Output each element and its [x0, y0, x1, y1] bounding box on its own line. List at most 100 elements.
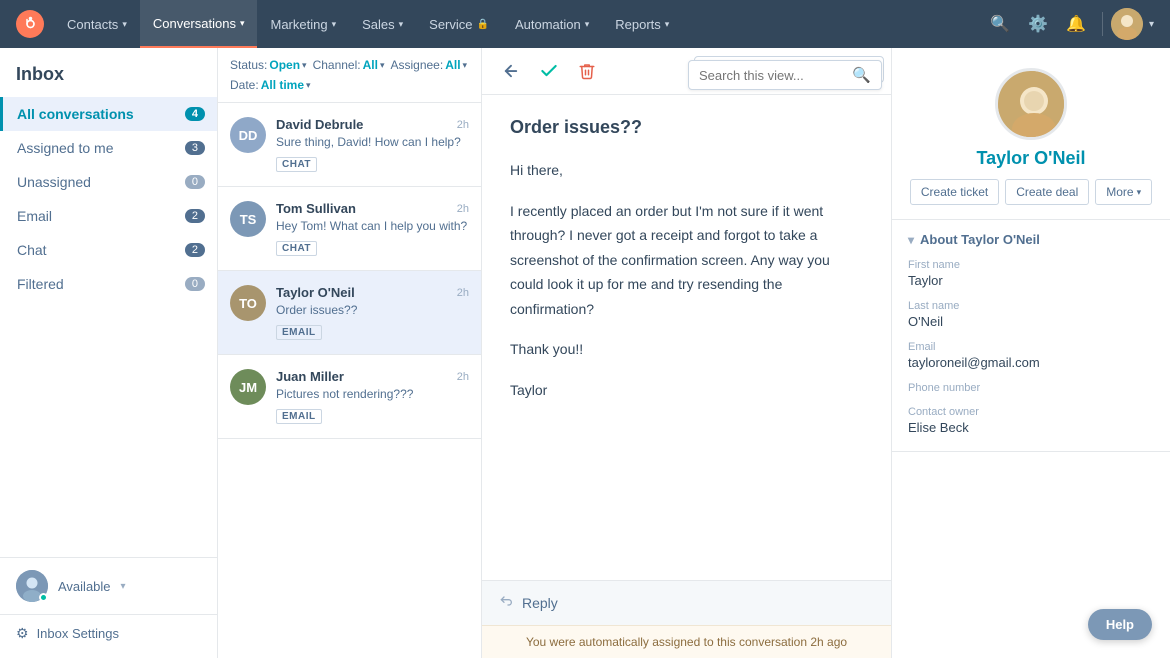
nav-item-marketing[interactable]: Marketing ▾ [257, 0, 349, 48]
count-badge: 3 [185, 141, 205, 155]
email-subject: Order issues?? [510, 117, 863, 138]
contact-name: Tom Sullivan [276, 201, 356, 216]
sidebar-item-filtered[interactable]: Filtered 0 [0, 267, 217, 301]
preview-text: Order issues?? [276, 303, 469, 317]
channel-badge: CHAT [276, 241, 317, 256]
conv-content: Juan Miller 2h Pictures not rendering???… [276, 369, 469, 424]
delete-btn[interactable] [572, 56, 602, 86]
sidebar-item-label: Email [17, 208, 185, 224]
assignee-value: All [445, 58, 460, 72]
channel-filter[interactable]: Channel: All ▾ [313, 58, 385, 72]
sidebar-item-label: All conversations [17, 106, 185, 122]
reply-back-icon [498, 593, 514, 613]
count-badge: 4 [185, 107, 205, 121]
channel-badge: EMAIL [276, 409, 322, 424]
list-item[interactable]: JM Juan Miller 2h Pictures not rendering… [218, 355, 481, 439]
contact-panel: Taylor O'Neil Create ticket Create deal … [892, 48, 1170, 658]
assignee-filter[interactable]: Assignee: All ▾ [390, 58, 467, 72]
chevron-icon: ▾ [240, 18, 245, 29]
app-body: Inbox All conversations 4 Assigned to me… [0, 48, 1170, 658]
contact-field: Email tayloroneil@gmail.com [908, 341, 1154, 370]
search-input[interactable] [699, 68, 852, 83]
back-btn[interactable] [496, 56, 526, 86]
contact-field: Contact owner Elise Beck [908, 406, 1154, 435]
field-label: Last name [908, 300, 1154, 312]
lock-icon: 🔒 [477, 19, 489, 30]
sidebar-item-unassigned[interactable]: Unassigned 0 [0, 165, 217, 199]
reply-btn[interactable]: Reply [522, 595, 558, 611]
timestamp: 2h [457, 119, 469, 131]
contact-name: Juan Miller [276, 369, 344, 384]
reply-label: Reply [522, 595, 558, 611]
user-menu-chevron[interactable]: ▾ [1145, 19, 1158, 30]
sidebar: Inbox All conversations 4 Assigned to me… [0, 48, 218, 658]
list-item[interactable]: TO Taylor O'Neil 2h Order issues?? EMAIL [218, 271, 481, 355]
sidebar-item-all-conversations[interactable]: All conversations 4 [0, 97, 217, 131]
user-avatar-btn[interactable] [1111, 8, 1143, 40]
count-badge: 2 [185, 209, 205, 223]
field-label: First name [908, 259, 1154, 271]
conv-content: David Debrule 2h Sure thing, David! How … [276, 117, 469, 172]
top-nav: Contacts ▾ Conversations ▾ Marketing ▾ S… [0, 0, 1170, 48]
create-deal-btn[interactable]: Create deal [1005, 179, 1089, 205]
help-button[interactable]: Help [1088, 609, 1152, 640]
conv-content: Taylor O'Neil 2h Order issues?? EMAIL [276, 285, 469, 340]
nav-item-automation[interactable]: Automation ▾ [502, 0, 602, 48]
sidebar-item-email[interactable]: Email 2 [0, 199, 217, 233]
avatar: DD [230, 117, 266, 153]
create-ticket-btn[interactable]: Create ticket [910, 179, 999, 205]
notifications-icon-btn[interactable]: 🔔 [1058, 6, 1094, 42]
chevron-icon: ▾ [585, 19, 590, 30]
about-section: ▾ About Taylor O'Neil First name Taylor … [892, 220, 1170, 452]
nav-right-icons: 🔍 ⚙️ 🔔 ▾ [982, 6, 1158, 42]
gear-icon: ⚙ [16, 625, 29, 642]
section-header[interactable]: ▾ About Taylor O'Neil [908, 232, 1154, 247]
collapse-icon: ▾ [908, 233, 914, 247]
list-item[interactable]: TS Tom Sullivan 2h Hey Tom! What can I h… [218, 187, 481, 271]
nav-item-reports[interactable]: Reports ▾ [602, 0, 682, 48]
sidebar-item-assigned-to-me[interactable]: Assigned to me 3 [0, 131, 217, 165]
field-label: Email [908, 341, 1154, 353]
field-value: Elise Beck [908, 420, 1154, 435]
avatar: JM [230, 369, 266, 405]
date-value: All time [261, 78, 304, 92]
sidebar-item-chat[interactable]: Chat 2 [0, 233, 217, 267]
nav-item-contacts[interactable]: Contacts ▾ [54, 0, 140, 48]
nav-item-conversations[interactable]: Conversations ▾ [140, 0, 258, 48]
channel-badge: CHAT [276, 157, 317, 172]
chevron-icon: ▾ [332, 19, 337, 30]
status-filter[interactable]: Status: Open ▾ [230, 58, 307, 72]
count-badge: 0 [185, 175, 205, 189]
nav-item-sales[interactable]: Sales ▾ [349, 0, 416, 48]
resolve-btn[interactable] [534, 56, 564, 86]
search-icon-btn[interactable]: 🔍 [982, 6, 1018, 42]
avatar: TS [230, 201, 266, 237]
search-icon: 🔍 [852, 66, 871, 84]
nav-items: Contacts ▾ Conversations ▾ Marketing ▾ S… [54, 0, 982, 48]
nav-item-service[interactable]: Service 🔒 [416, 0, 502, 48]
sidebar-nav: All conversations 4 Assigned to me 3 Una… [0, 93, 217, 557]
reply-bar: Reply [482, 580, 891, 625]
conv-content: Tom Sullivan 2h Hey Tom! What can I help… [276, 201, 469, 256]
user-status-btn[interactable]: Available ▾ [0, 557, 217, 614]
chevron-icon: ▾ [665, 19, 670, 30]
inbox-settings-btn[interactable]: ⚙ Inbox Settings [0, 614, 217, 658]
hubspot-logo[interactable] [12, 6, 48, 42]
timestamp: 2h [457, 371, 469, 383]
list-item[interactable]: DD David Debrule 2h Sure thing, David! H… [218, 103, 481, 187]
sidebar-item-label: Unassigned [17, 174, 185, 190]
contact-header: Taylor O'Neil Create ticket Create deal … [892, 48, 1170, 220]
avatar: TO [230, 285, 266, 321]
more-btn[interactable]: More ▾ [1095, 179, 1152, 205]
field-value: Taylor [908, 273, 1154, 288]
count-badge: 2 [185, 243, 205, 257]
chevron-icon: ▾ [1137, 187, 1142, 198]
date-filter[interactable]: Date: All time ▾ [230, 78, 311, 92]
settings-icon-btn[interactable]: ⚙️ [1020, 6, 1056, 42]
sidebar-footer: Available ▾ ⚙ Inbox Settings [0, 557, 217, 658]
field-value: O'Neil [908, 314, 1154, 329]
chevron-icon: ▾ [306, 80, 311, 91]
count-badge: 0 [185, 277, 205, 291]
conversation-list: Status: Open ▾ Channel: All ▾ Assignee: … [218, 48, 482, 658]
contact-big-avatar [995, 68, 1067, 140]
